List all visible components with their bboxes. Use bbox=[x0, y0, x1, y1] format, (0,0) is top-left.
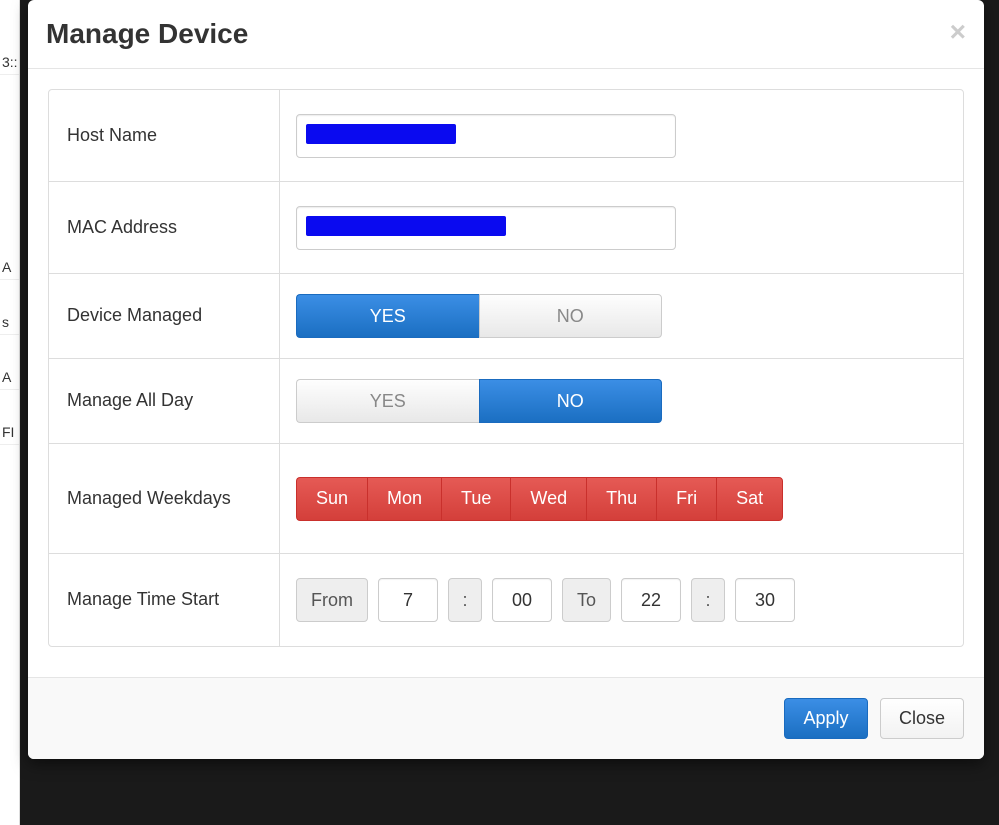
bg-text: 3:: bbox=[0, 50, 19, 75]
to-min-input[interactable] bbox=[735, 578, 795, 622]
modal-footer: Apply Close bbox=[28, 677, 984, 759]
bg-text: s bbox=[0, 310, 19, 335]
close-button[interactable]: Close bbox=[880, 698, 964, 739]
from-hour-input[interactable] bbox=[378, 578, 438, 622]
label-mac-address: MAC Address bbox=[49, 182, 280, 273]
bg-text: A bbox=[0, 255, 19, 280]
weekday-sat[interactable]: Sat bbox=[716, 477, 783, 521]
device-managed-yes[interactable]: YES bbox=[296, 294, 479, 338]
host-name-input[interactable] bbox=[296, 114, 676, 158]
from-min-input[interactable] bbox=[492, 578, 552, 622]
time-range-group: From : To : bbox=[296, 578, 947, 622]
row-device-managed: Device Managed YES NO bbox=[49, 274, 963, 359]
row-mac-address: MAC Address bbox=[49, 182, 963, 274]
modal-title: Manage Device bbox=[46, 18, 964, 50]
label-manage-time-start: Manage Time Start bbox=[49, 554, 280, 646]
label-device-managed: Device Managed bbox=[49, 274, 280, 358]
row-manage-time-start: Manage Time Start From : To : bbox=[49, 554, 963, 646]
modal-header: Manage Device × bbox=[28, 0, 984, 69]
label-host-name: Host Name bbox=[49, 90, 280, 181]
bg-text: FI bbox=[0, 420, 19, 445]
to-label: To bbox=[562, 578, 611, 622]
manage-all-day-yes[interactable]: YES bbox=[296, 379, 479, 423]
weekday-mon[interactable]: Mon bbox=[367, 477, 441, 521]
device-managed-no[interactable]: NO bbox=[479, 294, 663, 338]
close-icon[interactable]: × bbox=[950, 18, 966, 46]
device-managed-toggle: YES NO bbox=[296, 294, 662, 338]
manage-all-day-no[interactable]: NO bbox=[479, 379, 663, 423]
colon-separator: : bbox=[448, 578, 482, 622]
weekday-sun[interactable]: Sun bbox=[296, 477, 367, 521]
row-manage-all-day: Manage All Day YES NO bbox=[49, 359, 963, 444]
label-managed-weekdays: Managed Weekdays bbox=[49, 444, 280, 553]
modal-body: Host Name MAC Address bbox=[28, 69, 984, 677]
background-stripe: 3:: A s A FI bbox=[0, 0, 20, 825]
row-managed-weekdays: Managed Weekdays Sun Mon Tue Wed Thu Fri… bbox=[49, 444, 963, 554]
manage-device-modal: Manage Device × Host Name MAC Address bbox=[28, 0, 984, 759]
colon-separator: : bbox=[691, 578, 725, 622]
weekday-group: Sun Mon Tue Wed Thu Fri Sat bbox=[296, 477, 947, 521]
weekday-fri[interactable]: Fri bbox=[656, 477, 716, 521]
weekday-thu[interactable]: Thu bbox=[586, 477, 656, 521]
apply-button[interactable]: Apply bbox=[784, 698, 867, 739]
weekday-wed[interactable]: Wed bbox=[510, 477, 586, 521]
from-label: From bbox=[296, 578, 368, 622]
to-hour-input[interactable] bbox=[621, 578, 681, 622]
weekday-tue[interactable]: Tue bbox=[441, 477, 510, 521]
label-manage-all-day: Manage All Day bbox=[49, 359, 280, 443]
bg-text: A bbox=[0, 365, 19, 390]
form-panel: Host Name MAC Address bbox=[48, 89, 964, 647]
row-host-name: Host Name bbox=[49, 90, 963, 182]
manage-all-day-toggle: YES NO bbox=[296, 379, 662, 423]
mac-address-input[interactable] bbox=[296, 206, 676, 250]
